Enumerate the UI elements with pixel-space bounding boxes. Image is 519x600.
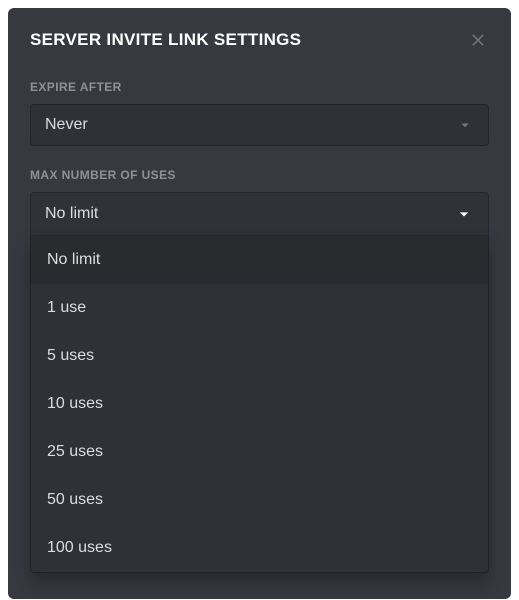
max-uses-select[interactable]: No limit	[30, 192, 489, 236]
max-uses-label: MAX NUMBER OF USES	[30, 168, 489, 182]
chevron-down-icon	[456, 116, 474, 134]
max-uses-option[interactable]: 50 uses	[31, 476, 488, 524]
max-uses-option[interactable]: 25 uses	[31, 428, 488, 476]
modal-header: SERVER INVITE LINK SETTINGS	[30, 30, 489, 50]
max-uses-option[interactable]: 100 uses	[31, 524, 488, 572]
chevron-down-icon	[454, 204, 474, 224]
max-uses-dropdown: No limit 1 use 5 uses 10 uses 25 uses 50…	[30, 236, 489, 573]
max-uses-option[interactable]: 5 uses	[31, 332, 488, 380]
close-icon	[469, 30, 487, 48]
close-button[interactable]	[467, 28, 489, 50]
max-uses-option[interactable]: 10 uses	[31, 380, 488, 428]
expire-after-select[interactable]: Never	[30, 104, 489, 146]
max-uses-option[interactable]: 1 use	[31, 284, 488, 332]
max-uses-value: No limit	[45, 205, 98, 223]
expire-after-value: Never	[45, 116, 88, 134]
max-uses-option[interactable]: No limit	[31, 236, 488, 284]
expire-after-label: EXPIRE AFTER	[30, 80, 489, 94]
modal-title: SERVER INVITE LINK SETTINGS	[30, 30, 301, 50]
invite-settings-modal: SERVER INVITE LINK SETTINGS EXPIRE AFTER…	[8, 8, 511, 599]
